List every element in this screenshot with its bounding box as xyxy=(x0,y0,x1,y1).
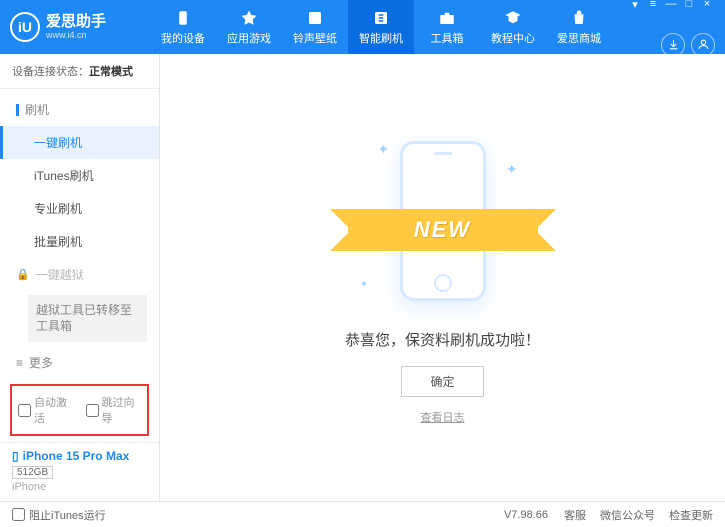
titlebar: iU 爱思助手 www.i4.cn 我的设备 应用游戏 铃声壁纸 智能刷机 工具… xyxy=(0,0,725,54)
toolbox-icon xyxy=(437,9,457,27)
device-name[interactable]: ▯ iPhone 15 Pro Max xyxy=(12,449,147,463)
jailbreak-moved-note[interactable]: 越狱工具已转移至工具箱 xyxy=(28,295,147,342)
flash-icon xyxy=(371,9,391,27)
nav-my-device[interactable]: 我的设备 xyxy=(150,0,216,54)
link-check-update[interactable]: 检查更新 xyxy=(669,507,713,523)
list-icon[interactable]: ≡ xyxy=(645,0,661,11)
titlebar-right: ▾ ≡ — □ × xyxy=(627,0,715,57)
main-content: ✦ ✦ • NEW 恭喜您，保资料刷机成功啦！ 确定 查看日志 xyxy=(160,54,725,501)
group-more[interactable]: ≡ 更多 xyxy=(0,346,159,378)
nav-apps-games[interactable]: 应用游戏 xyxy=(216,0,282,54)
apps-icon xyxy=(239,9,259,27)
link-support[interactable]: 客服 xyxy=(564,507,586,523)
sidebar-item-oneclick-flash[interactable]: 一键刷机 xyxy=(0,126,159,159)
nav-smart-flash[interactable]: 智能刷机 xyxy=(348,0,414,54)
more-icon: ≡ xyxy=(16,356,23,370)
link-wechat[interactable]: 微信公众号 xyxy=(600,507,655,523)
footer: 阻止iTunes运行 V7.98.66 客服 微信公众号 检查更新 xyxy=(0,501,725,527)
logo-icon: iU xyxy=(10,12,40,42)
device-icon xyxy=(173,9,193,27)
menu-icon[interactable]: ▾ xyxy=(627,0,643,11)
download-button[interactable] xyxy=(661,33,685,57)
connection-status: 设备连接状态：正常模式 xyxy=(0,54,159,89)
sidebar-menu: 刷机 一键刷机 iTunes刷机 专业刷机 批量刷机 🔒 一键越狱 越狱工具已转… xyxy=(0,89,159,378)
nav-toolbox[interactable]: 工具箱 xyxy=(414,0,480,54)
group-flash[interactable]: 刷机 xyxy=(0,93,159,126)
close-icon[interactable]: × xyxy=(699,0,715,11)
new-ribbon: NEW xyxy=(348,209,538,251)
flash-options-box: 自动激活 跳过向导 xyxy=(10,384,149,436)
nav-store[interactable]: 爱思商城 xyxy=(546,0,612,54)
nav-ringtone-wallpaper[interactable]: 铃声壁纸 xyxy=(282,0,348,54)
group-jailbreak: 🔒 一键越狱 xyxy=(0,258,159,291)
wallpaper-icon xyxy=(305,9,325,27)
app-url: www.i4.cn xyxy=(46,30,106,40)
sidebar-item-pro-flash[interactable]: 专业刷机 xyxy=(0,192,159,225)
view-log-link[interactable]: 查看日志 xyxy=(421,409,465,425)
window-controls: ▾ ≡ — □ × xyxy=(627,0,715,11)
logo: iU 爱思助手 www.i4.cn xyxy=(10,12,150,42)
sidebar: 设备连接状态：正常模式 刷机 一键刷机 iTunes刷机 专业刷机 批量刷机 🔒… xyxy=(0,54,160,501)
ok-button[interactable]: 确定 xyxy=(401,366,483,397)
user-button[interactable] xyxy=(691,33,715,57)
store-icon xyxy=(569,9,589,27)
app-name: 爱思助手 xyxy=(46,14,106,31)
minimize-icon[interactable]: — xyxy=(663,0,679,11)
checkbox-skip-guide[interactable]: 跳过向导 xyxy=(86,394,142,426)
phone-icon: ▯ xyxy=(12,449,19,463)
nav-tutorials[interactable]: 教程中心 xyxy=(480,0,546,54)
success-illustration: ✦ ✦ • NEW xyxy=(368,131,518,311)
device-type: iPhone xyxy=(12,481,147,493)
checkbox-auto-activate[interactable]: 自动激活 xyxy=(18,394,74,426)
version-label: V7.98.66 xyxy=(504,509,548,521)
lock-icon: 🔒 xyxy=(16,268,30,281)
sidebar-item-itunes-flash[interactable]: iTunes刷机 xyxy=(0,159,159,192)
checkbox-block-itunes[interactable]: 阻止iTunes运行 xyxy=(12,507,106,523)
top-nav: 我的设备 应用游戏 铃声壁纸 智能刷机 工具箱 教程中心 爱思商城 xyxy=(150,0,627,54)
tutorial-icon xyxy=(503,9,523,27)
maximize-icon[interactable]: □ xyxy=(681,0,697,11)
success-message: 恭喜您，保资料刷机成功啦！ xyxy=(345,329,540,350)
footer-links: 客服 微信公众号 检查更新 xyxy=(564,507,713,523)
device-storage: 512GB xyxy=(12,466,53,479)
device-info: ▯ iPhone 15 Pro Max 512GB iPhone xyxy=(0,442,159,501)
sidebar-item-batch-flash[interactable]: 批量刷机 xyxy=(0,225,159,258)
